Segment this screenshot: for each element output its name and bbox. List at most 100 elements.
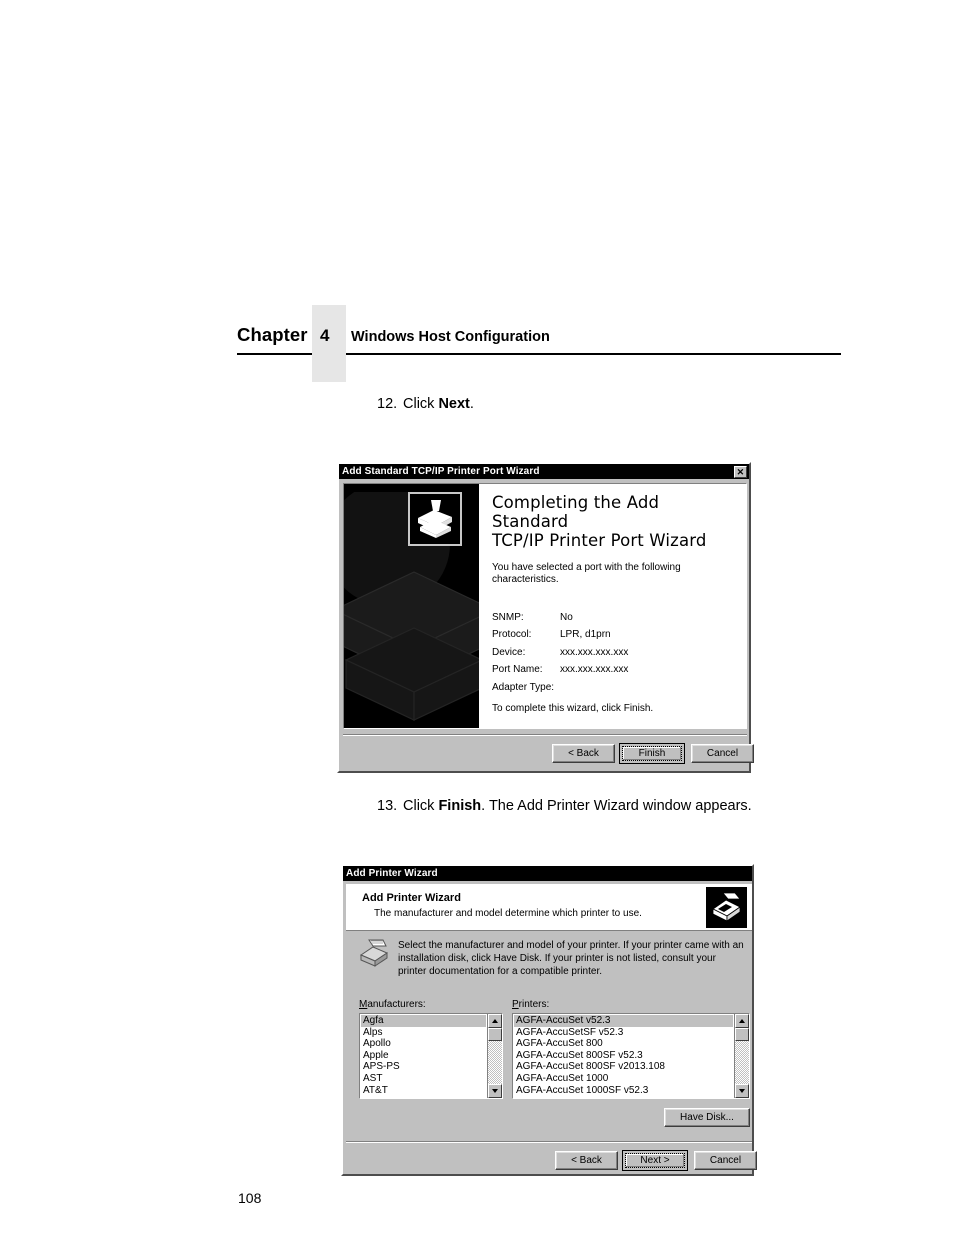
list-item[interactable]: AGFA-AccuSet 800: [514, 1038, 733, 1050]
add-printer-title-text: Add Printer Wizard: [346, 868, 438, 879]
tcpip-subtitle: You have selected a port with the follow…: [492, 561, 681, 586]
tcpip-titlebar: Add Standard TCP/IP Printer Port Wizard …: [339, 464, 749, 479]
step-13-number: 13.: [377, 798, 398, 814]
characteristic-value: No: [560, 611, 573, 623]
characteristic-row: Adapter Type:: [492, 679, 736, 697]
characteristic-row: SNMP: No: [492, 609, 736, 627]
step-13-text-before: Click: [403, 798, 439, 814]
list-item[interactable]: AST: [361, 1073, 486, 1085]
list-item[interactable]: Apollo: [361, 1038, 486, 1050]
characteristic-row: Port Name: xxx.xxx.xxx.xxx: [492, 661, 736, 679]
manufacturers-listbox[interactable]: Agfa Alps Apollo Apple APS-PS AST AT&T: [359, 1013, 503, 1099]
finish-button[interactable]: Finish: [619, 743, 685, 764]
divider: [343, 734, 747, 736]
chevron-up-icon: [739, 1019, 745, 1023]
tcpip-heading-line1: Completing the Add Standard: [492, 493, 660, 531]
characteristic-label: Adapter Type:: [492, 681, 555, 693]
back-button-label: < Back: [568, 748, 599, 759]
scroll-down-button[interactable]: [735, 1084, 749, 1098]
banner-title: Add Printer Wizard: [362, 892, 461, 904]
list-item[interactable]: AGFA-AccuSet v52.3: [514, 1015, 733, 1027]
characteristic-label: Device:: [492, 646, 526, 658]
printer-port-icon: [408, 492, 462, 546]
step-12-text-after: .: [469, 396, 474, 412]
step-13-bold: Finish: [438, 798, 482, 814]
cancel-button[interactable]: Cancel: [691, 744, 754, 763]
header-rule-left: [237, 353, 312, 355]
step-12-number: 12.: [377, 396, 398, 412]
add-printer-button-bar: < Back Next > Cancel: [346, 1141, 757, 1174]
add-printer-main: Select the manufacturer and model of you…: [346, 931, 752, 1141]
chevron-down-icon: [739, 1089, 745, 1093]
manufacturers-scrollbar[interactable]: [487, 1014, 502, 1098]
tcpip-heading-line2: TCP/IP Printer Port Wizard: [492, 530, 707, 550]
characteristic-label: SNMP:: [492, 611, 524, 623]
printer-note-icon: [359, 939, 389, 967]
scroll-up-button[interactable]: [735, 1014, 749, 1028]
tcpip-port-wizard-dialog: Add Standard TCP/IP Printer Port Wizard …: [337, 462, 754, 773]
finish-button-label: Finish: [638, 748, 666, 759]
cancel-button-label: Cancel: [709, 1155, 742, 1166]
list-item[interactable]: AGFA-AccuSetSF v52.3: [514, 1027, 733, 1039]
step-12-bold: Next: [438, 396, 470, 412]
add-printer-wizard-dialog: Add Printer Wizard Add Printer Wizard Th…: [341, 864, 757, 1176]
printers-scrollbar[interactable]: [734, 1014, 749, 1098]
page-number: 108: [238, 1190, 262, 1206]
instruction-text: Select the manufacturer and model of you…: [398, 940, 744, 978]
list-item[interactable]: AT&T: [361, 1085, 486, 1097]
tcpip-sidebar-graphic: [344, 484, 479, 728]
list-item[interactable]: AGFA-AccuSet 1000SF v52.3: [514, 1085, 733, 1097]
cancel-button[interactable]: Cancel: [694, 1151, 757, 1170]
scrollbar-thumb[interactable]: [488, 1028, 502, 1041]
printer-icon: [418, 500, 452, 538]
scrollbar-thumb[interactable]: [735, 1028, 749, 1041]
step-13-text-after: . The Add Printer Wizard window appears.: [481, 798, 752, 814]
step-13: 13. Click Finish. The Add Printer Wizard …: [377, 798, 752, 815]
printers-items: AGFA-AccuSet v52.3 AGFA-AccuSetSF v52.3 …: [514, 1015, 733, 1096]
characteristic-label: Port Name:: [492, 664, 543, 676]
next-button[interactable]: Next >: [622, 1150, 688, 1171]
list-item[interactable]: Agfa: [361, 1015, 486, 1027]
tcpip-body: Completing the Add Standard TCP/IP Print…: [343, 483, 747, 729]
have-disk-button[interactable]: Have Disk...: [664, 1108, 750, 1127]
manufacturers-label: Manufacturers:: [359, 999, 426, 1010]
list-item[interactable]: AGFA-AccuSet 1000: [514, 1073, 733, 1085]
printers-label-rest: rinters:: [518, 999, 550, 1010]
characteristic-value: LPR, d1prn: [560, 629, 611, 641]
list-item[interactable]: Apple: [361, 1050, 486, 1062]
back-button[interactable]: < Back: [552, 744, 615, 763]
printers-label: Printers:: [512, 999, 550, 1010]
cancel-button-label: Cancel: [706, 748, 739, 759]
scroll-up-button[interactable]: [488, 1014, 502, 1028]
tcpip-title-text: Add Standard TCP/IP Printer Port Wizard: [342, 466, 540, 477]
chevron-down-icon: [492, 1089, 498, 1093]
close-icon[interactable]: ✕: [734, 465, 747, 478]
have-disk-button-label: Have Disk...: [680, 1112, 734, 1123]
step-12: 12. Click Next.: [377, 396, 474, 413]
banner-subtitle: The manufacturer and model determine whi…: [374, 908, 642, 919]
back-button-label: < Back: [571, 1155, 602, 1166]
page-title: Windows Host Configuration: [351, 329, 550, 345]
next-button-label: Next >: [640, 1155, 670, 1166]
add-printer-banner: Add Printer Wizard The manufacturer and …: [346, 884, 752, 931]
list-item[interactable]: AGFA-AccuSet 800SF v52.3: [514, 1050, 733, 1062]
list-item[interactable]: AGFA-AccuSet 800SF v2013.108: [514, 1061, 733, 1073]
step-12-text-before: Click: [403, 396, 439, 412]
characteristic-value: xxx.xxx.xxx.xxx: [560, 664, 629, 676]
tcpip-footnote: To complete this wizard, click Finish.: [492, 703, 654, 714]
tcpip-characteristics-table: SNMP: No Protocol: LPR, d1prn Device: xx…: [492, 609, 736, 697]
tcpip-content: Completing the Add Standard TCP/IP Print…: [479, 484, 746, 728]
list-item[interactable]: Alps: [361, 1027, 486, 1039]
list-item[interactable]: APS-PS: [361, 1061, 486, 1073]
printers-listbox[interactable]: AGFA-AccuSet v52.3 AGFA-AccuSetSF v52.3 …: [512, 1013, 750, 1099]
chevron-up-icon: [492, 1019, 498, 1023]
chapter-number: 4: [320, 326, 330, 345]
characteristic-label: Protocol:: [492, 629, 532, 641]
tcpip-button-bar: < Back Finish Cancel: [343, 734, 754, 767]
manufacturers-label-rest: anufacturers:: [367, 999, 426, 1010]
add-printer-titlebar: Add Printer Wizard: [343, 866, 752, 881]
back-button[interactable]: < Back: [555, 1151, 618, 1170]
scroll-down-button[interactable]: [488, 1084, 502, 1098]
tcpip-heading: Completing the Add Standard TCP/IP Print…: [492, 493, 736, 551]
characteristic-value: xxx.xxx.xxx.xxx: [560, 646, 629, 658]
